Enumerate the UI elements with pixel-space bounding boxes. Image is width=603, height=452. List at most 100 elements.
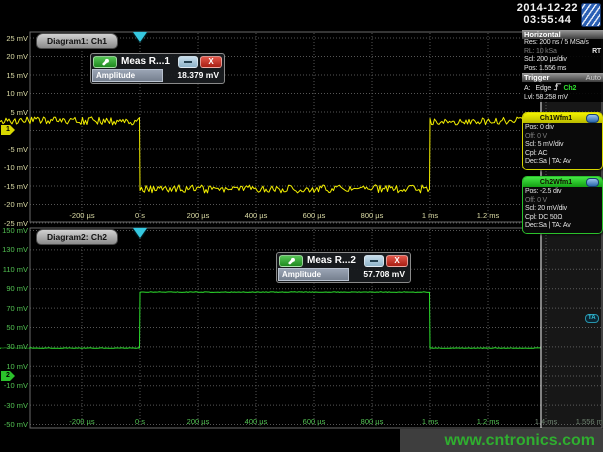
trigger-a-label: A: [524,85,530,92]
trigger-a-source: Ch2 [564,85,577,92]
ch2-offset: Off: 0 V [523,197,602,206]
meas1-amplitude-value: 18.379 mV [163,69,223,82]
y-axis-label: -50 mV [1,420,29,429]
horizontal-position: Pos: 1.556 ms [522,65,603,74]
meas2-minimize-button[interactable] [364,255,384,267]
horizontal-trigger-panel[interactable]: Horizontal Res: 200 ns / 5 MSa/s RL: 10 … [522,30,603,102]
meas1-minimize-button[interactable] [178,56,198,68]
ch2-scale: Scl: 20 mV/div [523,205,602,214]
x-axis-label: 800 µs [350,417,394,426]
ch1-decimation: Dec:Sa | TA: Av [523,158,602,167]
ch2-coupling: Cpl: DC 50Ω [523,214,602,223]
tab-diagram1-ch1[interactable]: Diagram1: Ch1 [36,33,118,49]
meas2-settings-button[interactable] [279,255,303,267]
close-icon: X [208,58,213,66]
ch2-position: Pos: -2.5 div [523,188,602,197]
y-axis-label: 15 mV [1,71,29,80]
trigger-level: Lvl: 58.258 mV [522,94,603,103]
wrench-icon [285,257,297,265]
meas1-amplitude-label: Amplitude [92,69,163,82]
minimize-icon [370,260,378,262]
trigger-panel-header: Trigger Auto [522,73,603,82]
trigger-position-marker-diagram1[interactable] [133,32,147,42]
y-axis-label: 70 mV [1,304,29,313]
trigger-a-type: Edge [535,85,551,92]
y-axis-label: -5 mV [1,145,29,154]
horizontal-scale: Scl: 200 µs/div [522,56,603,65]
y-axis-label: -30 mV [1,401,29,410]
y-axis-label: -20 mV [1,200,29,209]
x-axis-label: 1.4 ms [524,417,568,426]
y-axis-label: 20 mV [1,52,29,61]
ch1-position: Pos: 0 div [523,124,602,133]
trigger-level-marker[interactable]: TA [585,314,599,323]
x-axis-label: 1 ms [408,417,452,426]
x-axis-label: -200 µs [60,417,104,426]
trigger-mode: Auto [586,73,601,82]
y-axis-label: 110 mV [1,265,29,274]
x-axis-label: 1.2 ms [466,211,510,220]
horizontal-resolution: Res: 200 ns / 5 MSa/s [522,39,603,48]
datetime-display: 2014-12-22 03:55:44 [517,2,578,26]
x-axis-label: 0 s [118,417,162,426]
trigger-title: Trigger [524,73,549,82]
y-axis-label: -15 mV [1,182,29,191]
ch1wfm1-body: Pos: 0 div Off: 0 V Scl: 5 mV/div Cpl: A… [523,123,602,169]
y-axis-label: 5 mV [1,108,29,117]
bottom-bar: www.cntronics.com [0,429,603,452]
y-axis-label: 90 mV [1,284,29,293]
close-icon: X [394,257,399,265]
meas1-title-bar[interactable]: Meas R...1 X [91,54,224,69]
x-axis-label: 200 µs [176,211,220,220]
ch1wfm1-title-bar[interactable]: Ch1Wfm1 [523,113,602,123]
ch2wfm1-panel[interactable]: Ch2Wfm1 Pos: -2.5 div Off: 0 V Scl: 20 m… [522,176,603,234]
y-axis-label: 30 mV [1,342,29,351]
ch2wfm1-body: Pos: -2.5 div Off: 0 V Scl: 20 mV/div Cp… [523,187,602,233]
top-bar: 2014-12-22 03:55:44 [0,0,603,30]
time-text: 03:55:44 [517,14,578,26]
y-axis-label: 25 mV [1,34,29,43]
y-axis-label: 130 mV [1,245,29,254]
ch1wfm1-minimize-icon[interactable] [586,114,599,123]
ch1wfm1-title: Ch1Wfm1 [526,115,586,122]
ch1-scale: Scl: 5 mV/div [523,141,602,150]
y-axis-label: 50 mV [1,323,29,332]
ch1wfm1-panel[interactable]: Ch1Wfm1 Pos: 0 div Off: 0 V Scl: 5 mV/di… [522,112,603,170]
x-axis-label: -200 µs [60,211,104,220]
x-axis-label: 600 µs [292,211,336,220]
ch1-offset: Off: 0 V [523,133,602,142]
ch1-coupling: Cpl: AC [523,150,602,159]
trigger-position-marker-diagram2[interactable] [133,228,147,238]
meas1-close-button[interactable]: X [200,56,222,68]
rohde-schwarz-logo [581,3,601,27]
ch2wfm1-title-bar[interactable]: Ch2Wfm1 [523,177,602,187]
meas1-settings-button[interactable] [93,56,117,68]
watermark-box: www.cntronics.com [400,429,603,452]
tab-diagram2-ch2[interactable]: Diagram2: Ch2 [36,229,118,245]
meas2-result-row: Amplitude 57.708 mV [278,268,409,281]
y-axis-label: 10 mV [1,362,29,371]
meas1-result-row: Amplitude 18.379 mV [92,69,223,82]
ch2-decimation: Dec:Sa | TA: Av [523,222,602,231]
x-axis-label: 1.556 ms [569,417,603,426]
wrench-icon [99,58,111,66]
x-axis-label: 600 µs [292,417,336,426]
y-axis-label: -10 mV [1,381,29,390]
ch2wfm1-minimize-icon[interactable] [586,178,599,187]
meas2-close-button[interactable]: X [386,255,408,267]
x-axis-label: 1 ms [408,211,452,220]
x-axis-label: 800 µs [350,211,394,220]
meas-result-window-2[interactable]: Meas R...2 X Amplitude 57.708 mV [276,252,411,283]
y-axis-label: 10 mV [1,89,29,98]
rising-edge-icon [553,82,562,91]
date-text: 2014-12-22 [517,2,578,14]
horizontal-record-length: RL: 10 kSa RT [522,48,603,57]
meas2-title-bar[interactable]: Meas R...2 X [277,253,410,268]
meas-result-window-1[interactable]: Meas R...1 X Amplitude 18.379 mV [90,53,225,84]
x-axis-label: 1.2 ms [466,417,510,426]
ch2wfm1-title: Ch2Wfm1 [526,179,586,186]
x-axis-label: 200 µs [176,417,220,426]
x-axis-label: 0 s [118,211,162,220]
minimize-icon [184,61,192,63]
meas2-amplitude-value: 57.708 mV [349,268,409,281]
